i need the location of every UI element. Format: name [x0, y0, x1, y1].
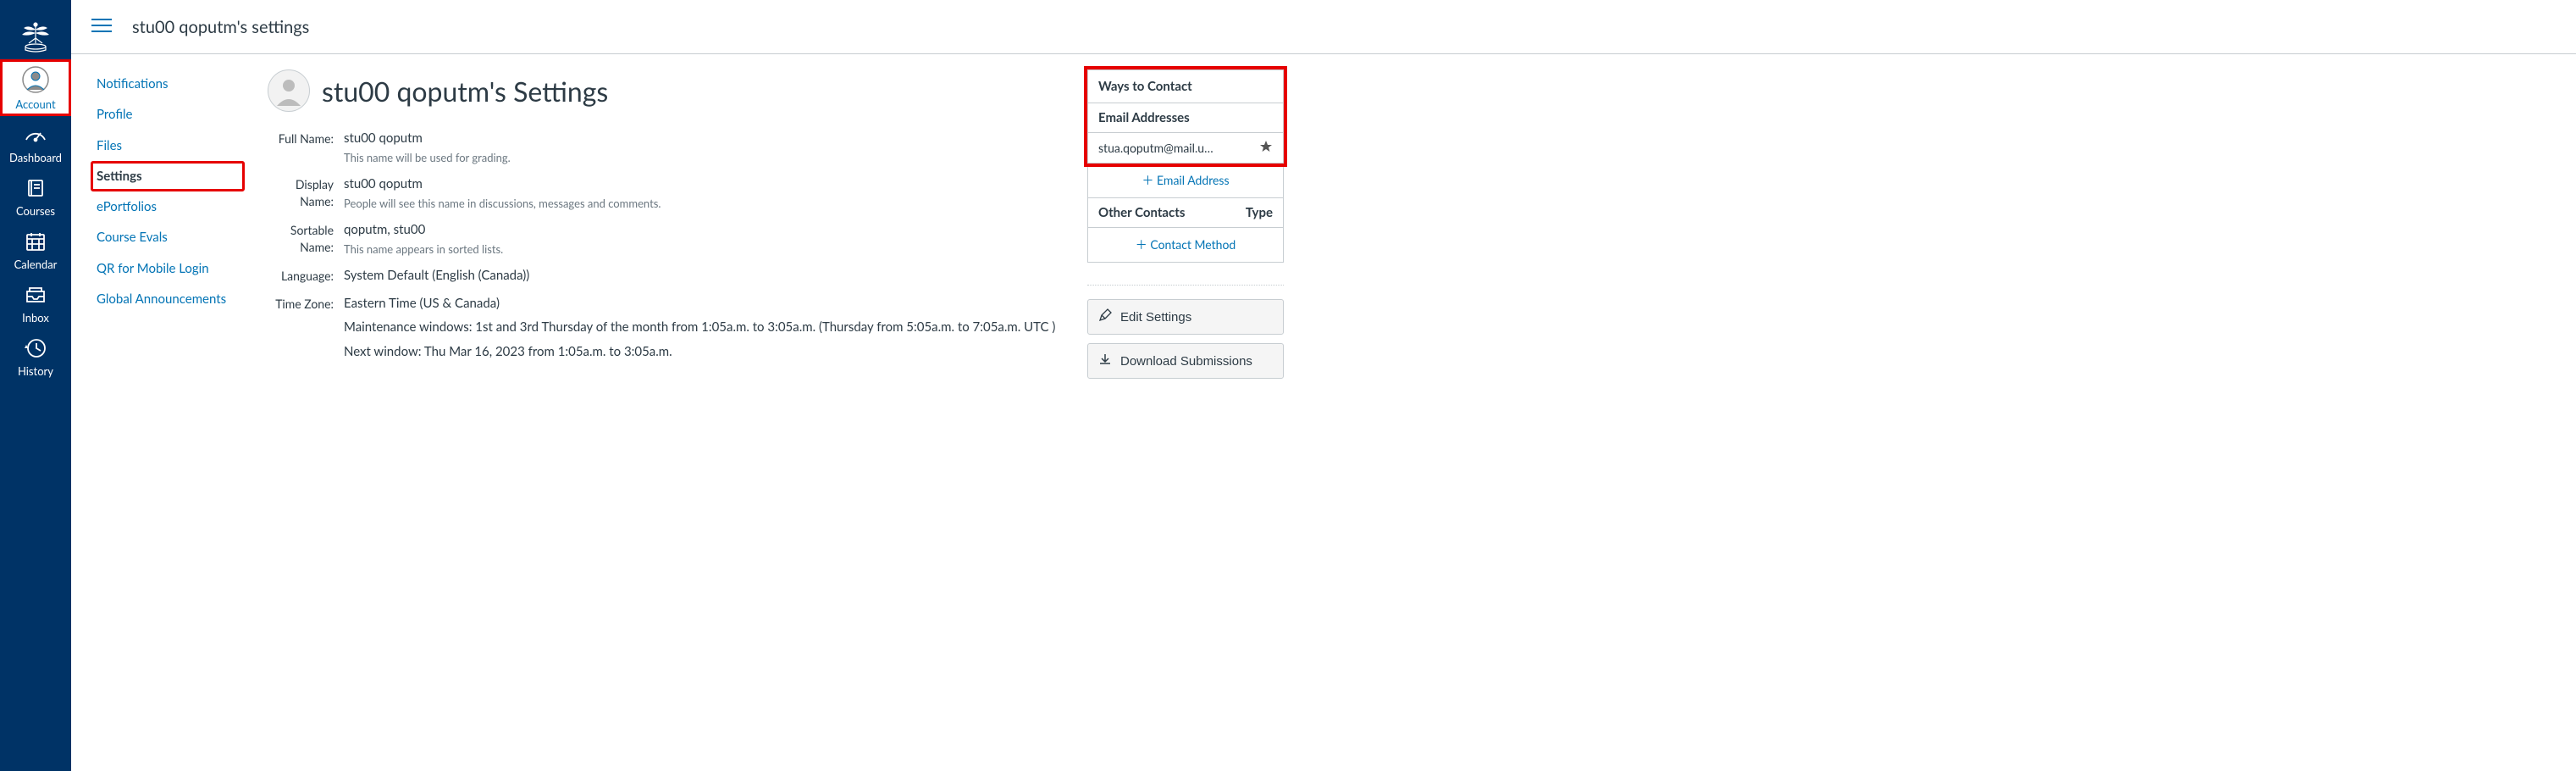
star-icon[interactable]: [1259, 140, 1273, 156]
right-sidebar: Ways to Contact Email Addresses stua.qop…: [1087, 69, 1284, 379]
nav-link-eportfolios[interactable]: ePortfolios: [91, 192, 244, 221]
download-submissions-button[interactable]: Download Submissions: [1087, 343, 1284, 379]
profile-avatar[interactable]: [268, 69, 310, 112]
maintenance-window-text: Maintenance windows: 1st and 3rd Thursda…: [344, 318, 1064, 337]
breadcrumb: stu00 qoputm's settings: [132, 17, 309, 37]
full-name-hint: This name will be used for grading.: [344, 150, 1064, 167]
next-window-text: Next window: Thu Mar 16, 2023 from 1:05a…: [344, 342, 1064, 362]
nav-courses[interactable]: Courses: [0, 169, 71, 223]
nav-link-files[interactable]: Files: [91, 131, 244, 160]
settings-panel: stu00 qoputm's Settings Full Name: stu00…: [268, 69, 1064, 369]
context-nav: Notifications Profile Files Settings ePo…: [91, 69, 244, 313]
display-name-value: stu00 qoputm: [344, 175, 1064, 194]
nav-inbox[interactable]: Inbox: [0, 276, 71, 330]
nav-dashboard[interactable]: Dashboard: [0, 116, 71, 169]
plus-icon: ＋: [1136, 237, 1147, 252]
nav-courses-label: Courses: [16, 204, 55, 218]
timezone-value: Eastern Time (US & Canada): [344, 294, 1064, 313]
nav-link-course-evals[interactable]: Course Evals: [91, 223, 244, 252]
separator: [1087, 285, 1284, 286]
email-value: stua.qoputm@mail.u…: [1098, 141, 1252, 155]
nav-link-profile[interactable]: Profile: [91, 100, 244, 129]
ways-to-contact-title: Ways to Contact: [1088, 70, 1283, 103]
dashboard-icon: [24, 123, 47, 149]
nav-account-label: Account: [15, 97, 55, 111]
nav-link-notifications[interactable]: Notifications: [91, 69, 244, 98]
user-avatar-icon: [22, 66, 49, 96]
pencil-icon: [1098, 308, 1112, 325]
display-name-label: Display Name:: [268, 175, 344, 209]
add-contact-method-link[interactable]: ＋ Contact Method: [1136, 237, 1235, 252]
plus-icon: ＋: [1142, 173, 1153, 187]
inbox-icon: [24, 283, 47, 309]
full-name-label: Full Name:: [268, 129, 344, 147]
nav-history[interactable]: History: [0, 330, 71, 383]
type-header: Type: [1246, 205, 1273, 220]
language-value: System Default (English (Canada)): [344, 266, 1064, 286]
institution-logo[interactable]: [0, 3, 71, 59]
edit-settings-button[interactable]: Edit Settings: [1087, 299, 1284, 335]
add-email-link[interactable]: ＋ Email Address: [1142, 173, 1229, 187]
email-row[interactable]: stua.qoputm@mail.u…: [1088, 133, 1283, 164]
nav-inbox-label: Inbox: [22, 311, 49, 324]
other-contacts-header: Other Contacts: [1098, 205, 1185, 220]
nav-link-settings[interactable]: Settings: [91, 162, 244, 191]
top-bar: stu00 qoputm's settings: [71, 0, 2576, 54]
nav-calendar-label: Calendar: [14, 258, 58, 271]
nav-link-qr-mobile[interactable]: QR for Mobile Login: [91, 254, 244, 283]
full-name-value: stu00 qoputm: [344, 129, 1064, 148]
global-nav: Account Dashboard Courses: [0, 0, 71, 771]
nav-account[interactable]: Account: [0, 59, 71, 116]
calendar-icon: [24, 230, 47, 256]
nav-link-global-announcements[interactable]: Global Announcements: [91, 285, 244, 313]
contact-box-lower: ＋ Email Address Other Contacts Type ＋ Co…: [1087, 164, 1284, 263]
nav-dashboard-label: Dashboard: [9, 151, 62, 164]
nav-calendar[interactable]: Calendar: [0, 223, 71, 276]
download-icon: [1098, 352, 1112, 369]
sortable-name-value: qoputm, stu00: [344, 220, 1064, 240]
email-addresses-header: Email Addresses: [1098, 110, 1190, 125]
language-label: Language:: [268, 266, 344, 285]
sortable-name-hint: This name appears in sorted lists.: [344, 241, 1064, 258]
hamburger-menu-icon[interactable]: [91, 17, 112, 36]
main-region: stu00 qoputm's settings Notifications Pr…: [71, 0, 2576, 771]
display-name-hint: People will see this name in discussions…: [344, 196, 1064, 213]
book-icon: [24, 176, 47, 202]
history-icon: [24, 336, 47, 363]
nav-history-label: History: [18, 364, 53, 378]
timezone-label: Time Zone:: [268, 294, 344, 313]
page-title: stu00 qoputm's Settings: [322, 75, 608, 108]
ways-to-contact-box: Ways to Contact Email Addresses stua.qop…: [1087, 69, 1284, 164]
sortable-name-label: Sortable Name:: [268, 220, 344, 255]
